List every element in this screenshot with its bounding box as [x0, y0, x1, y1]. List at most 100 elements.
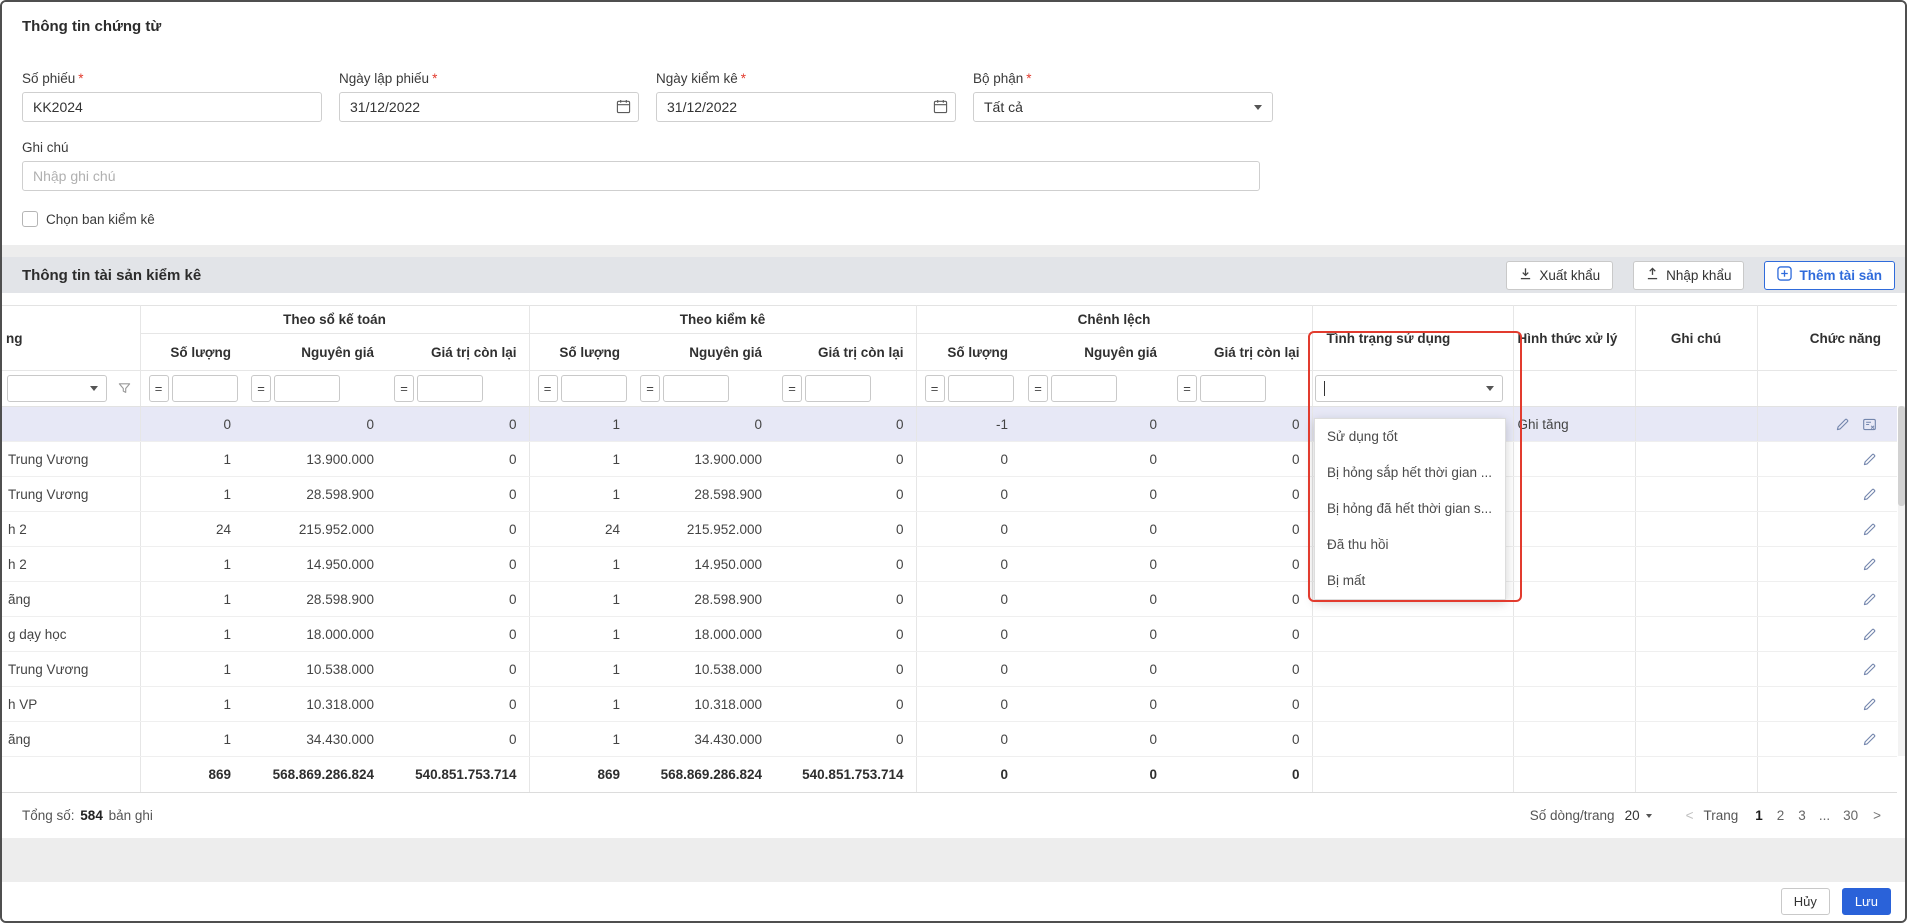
table-row[interactable]: g dạy học118.000.0000118.000.0000000: [2, 617, 1897, 652]
edit-icon[interactable]: [1862, 522, 1877, 537]
import-button[interactable]: Nhập khẩu: [1633, 261, 1744, 290]
filter-input[interactable]: [274, 375, 340, 402]
scrollbar-thumb[interactable]: [1898, 406, 1905, 506]
prev-page-button[interactable]: <: [1680, 808, 1700, 823]
dropdown-option[interactable]: Sử dụng tốt: [1315, 419, 1505, 455]
filter-input[interactable]: [417, 375, 483, 402]
vertical-scrollbar[interactable]: [1898, 406, 1905, 756]
edit-icon[interactable]: [1862, 487, 1877, 502]
page-button-2[interactable]: 2: [1777, 808, 1785, 823]
table-row[interactable]: 000100-100Ghi tăng: [2, 407, 1897, 442]
filter-input[interactable]: [805, 375, 871, 402]
filter-operator[interactable]: =: [640, 375, 660, 402]
next-page-button[interactable]: >: [1867, 808, 1887, 823]
column-header-note[interactable]: Ghi chú: [1635, 306, 1757, 371]
column-header-inv-qty[interactable]: Số lượng: [529, 334, 632, 371]
filter-operator[interactable]: =: [925, 375, 945, 402]
column-header-diff-remain[interactable]: Giá trị còn lại: [1169, 334, 1312, 371]
cell-diff-remain: 0: [1169, 652, 1312, 687]
room-filter-dropdown[interactable]: [7, 375, 107, 402]
filter-input[interactable]: [1051, 375, 1117, 402]
filter-operator[interactable]: =: [538, 375, 558, 402]
filter-cell-diff-remain: =: [1169, 371, 1312, 407]
column-header-diff-cost[interactable]: Nguyên giá: [1020, 334, 1169, 371]
create-date-input[interactable]: [339, 92, 639, 122]
calendar-icon[interactable]: [933, 99, 948, 119]
inventory-board-checkbox-row[interactable]: Chọn ban kiểm kê: [22, 209, 1885, 229]
column-header-room[interactable]: ng: [2, 306, 140, 371]
checkbox[interactable]: [22, 211, 38, 227]
column-header-inv-remain[interactable]: Giá trị còn lại: [774, 334, 916, 371]
column-header-status[interactable]: Tình trạng sử dụng: [1312, 306, 1513, 371]
cell-acct-qty: 24: [140, 512, 243, 547]
edit-icon[interactable]: [1862, 697, 1877, 712]
status-filter-dropdown[interactable]: [1315, 375, 1503, 402]
table-row[interactable]: Trung Vương113.900.0000113.900.0000000: [2, 442, 1897, 477]
filter-input[interactable]: [948, 375, 1014, 402]
total-inv-qty: 869: [529, 757, 632, 793]
filter-cell-method: [1513, 371, 1635, 407]
filter-operator[interactable]: =: [782, 375, 802, 402]
filter-input[interactable]: [1200, 375, 1266, 402]
inventory-date-input[interactable]: [656, 92, 956, 122]
table-row[interactable]: ãng128.598.9000128.598.9000000: [2, 582, 1897, 617]
edit-icon[interactable]: [1862, 732, 1877, 747]
page-button-30[interactable]: 30: [1843, 808, 1858, 823]
cell-note: [1635, 512, 1757, 547]
column-header-inv-cost[interactable]: Nguyên giá: [632, 334, 774, 371]
filter-operator[interactable]: =: [1177, 375, 1197, 402]
page-button-1[interactable]: 1: [1755, 808, 1763, 823]
table-row[interactable]: Trung Vương110.538.0000110.538.0000000: [2, 652, 1897, 687]
table-row[interactable]: Trung Vương128.598.9000128.598.9000000: [2, 477, 1897, 512]
cell-acct-remain: 0: [386, 582, 529, 617]
column-header-method[interactable]: Hình thức xử lý: [1513, 306, 1635, 371]
save-button[interactable]: Lưu: [1842, 888, 1891, 915]
filter-cell-note: [1635, 371, 1757, 407]
table-row[interactable]: h 224215.952.000024215.952.0000000: [2, 512, 1897, 547]
dropdown-option[interactable]: Bị hỏng đã hết thời gian s...: [1315, 491, 1505, 527]
department-select[interactable]: Tất cả: [973, 92, 1273, 122]
column-group-difference: Chênh lệch: [916, 306, 1312, 334]
note-input[interactable]: [22, 161, 1260, 191]
filter-operator[interactable]: =: [1028, 375, 1048, 402]
calendar-icon[interactable]: [616, 99, 631, 119]
filter-operator[interactable]: =: [149, 375, 169, 402]
dropdown-option[interactable]: Bị mất: [1315, 563, 1505, 599]
add-asset-button[interactable]: Thêm tài sản: [1764, 261, 1895, 290]
receipt-number-input[interactable]: [22, 92, 322, 122]
page-button-3[interactable]: 3: [1798, 808, 1806, 823]
edit-icon[interactable]: [1862, 557, 1877, 572]
cancel-button[interactable]: Hủy: [1781, 888, 1830, 915]
inventory-document-window: Thông tin chứng từ Số phiếu* Ngày lập ph…: [0, 0, 1907, 923]
edit-icon[interactable]: [1862, 662, 1877, 677]
column-header-acct-remain[interactable]: Giá trị còn lại: [386, 334, 529, 371]
filter-input[interactable]: [663, 375, 729, 402]
cell-diff-cost: 0: [1020, 407, 1169, 442]
inventory-date-label: Ngày kiểm kê*: [656, 71, 956, 86]
filter-funnel-icon[interactable]: [118, 382, 131, 395]
filter-operator[interactable]: =: [251, 375, 271, 402]
rows-per-page-select[interactable]: 20: [1625, 808, 1652, 823]
filter-operator[interactable]: =: [394, 375, 414, 402]
column-header-acct-cost[interactable]: Nguyên giá: [243, 334, 386, 371]
column-header-acct-qty[interactable]: Số lượng: [140, 334, 243, 371]
dropdown-option[interactable]: Bị hỏng sắp hết thời gian ...: [1315, 455, 1505, 491]
filter-input[interactable]: [561, 375, 627, 402]
table-row[interactable]: h VP110.318.0000110.318.0000000: [2, 687, 1897, 722]
required-asterisk: *: [78, 71, 83, 86]
column-header-diff-qty[interactable]: Số lượng: [916, 334, 1020, 371]
filter-input[interactable]: [172, 375, 238, 402]
cell-diff-cost: 0: [1020, 617, 1169, 652]
table-row[interactable]: h 2114.950.0000114.950.0000000: [2, 547, 1897, 582]
edit-icon[interactable]: [1862, 627, 1877, 642]
dropdown-option[interactable]: Đã thu hồi: [1315, 527, 1505, 563]
cell-status: [1312, 722, 1513, 757]
edit-icon[interactable]: [1862, 592, 1877, 607]
edit-icon[interactable]: [1835, 417, 1850, 432]
table-row[interactable]: ãng134.430.0000134.430.0000000: [2, 722, 1897, 757]
remove-doc-icon[interactable]: [1862, 417, 1877, 432]
edit-icon[interactable]: [1862, 452, 1877, 467]
cell-note: [1635, 407, 1757, 442]
total-acct-remain: 540.851.753.714: [386, 757, 529, 793]
export-button[interactable]: Xuất khẩu: [1506, 261, 1613, 290]
